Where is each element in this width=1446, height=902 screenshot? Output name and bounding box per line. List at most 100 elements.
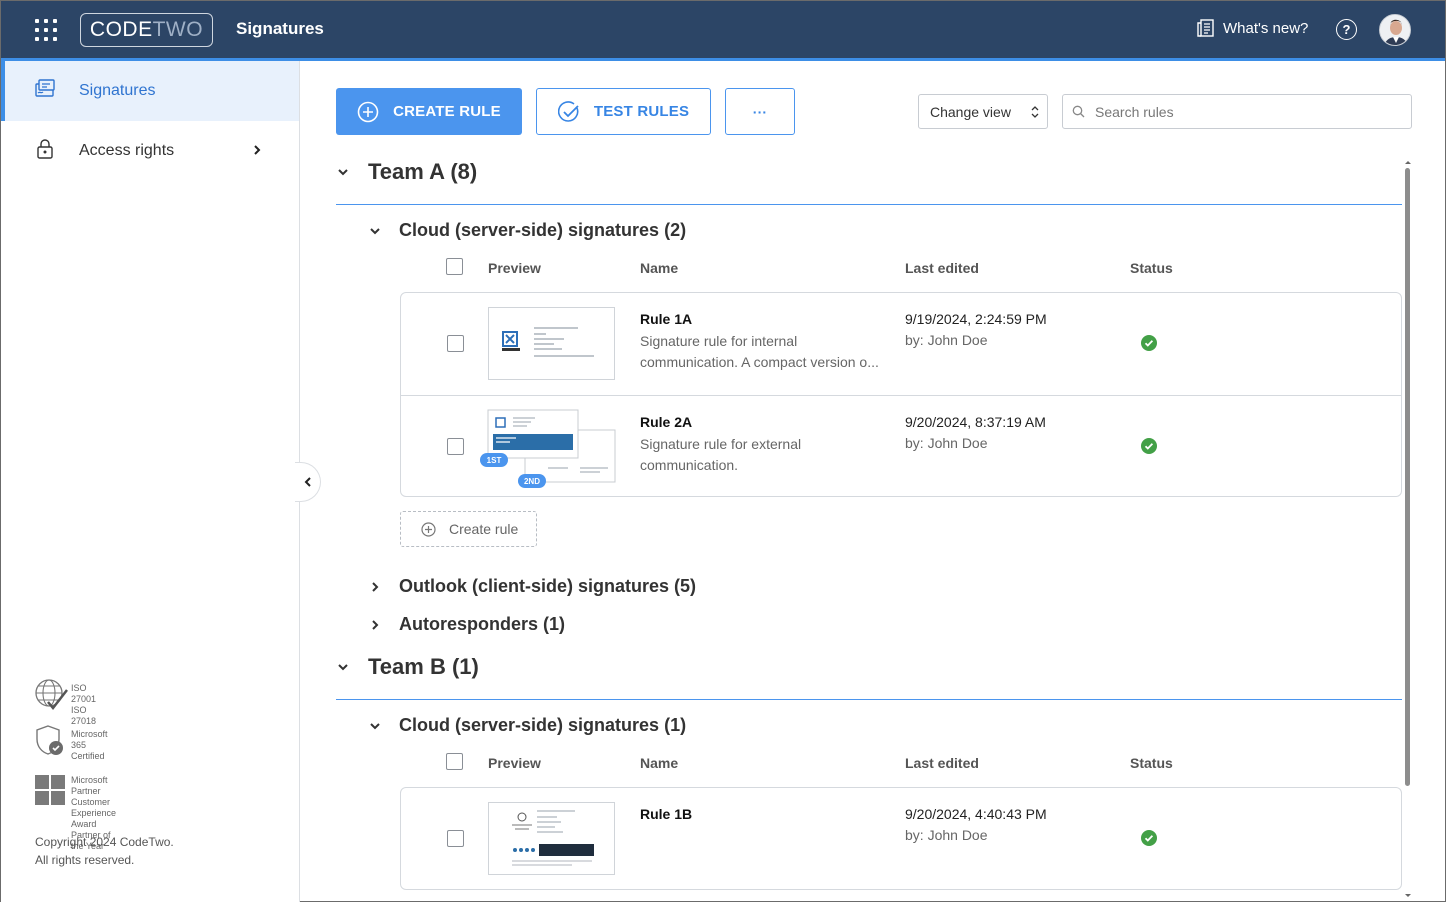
chevron-left-icon (304, 477, 311, 487)
team-divider (336, 204, 1402, 205)
sidebar-item-signatures[interactable]: Signatures (1, 61, 299, 121)
copyright-line: Copyright 2024 CodeTwo. (35, 835, 174, 849)
create-rule-inline-label: Create rule (449, 521, 519, 537)
section-header[interactable]: Autoresponders (1) (368, 614, 565, 635)
chevron-down-icon (370, 722, 380, 729)
test-rules-label: TEST RULES (593, 103, 690, 120)
column-header-status: Status (1130, 260, 1173, 276)
status-active-icon (1141, 438, 1157, 454)
rule-editor: by: John Doe (905, 332, 988, 348)
column-header-preview: Preview (488, 260, 541, 276)
top-bar: CODE TWO Signatures What's new? ? (1, 1, 1445, 61)
row-checkbox[interactable] (447, 830, 464, 847)
rule-last-edited: 9/20/2024, 8:37:19 AM (905, 414, 1046, 430)
create-rule-label: CREATE RULE (393, 103, 501, 120)
column-header-name: Name (640, 260, 679, 276)
team-header[interactable]: Team B (1) (336, 654, 479, 680)
badge-first: 1ST (480, 453, 508, 467)
section-title: Cloud (server-side) signatures (1) (399, 715, 687, 735)
row-checkbox[interactable] (447, 438, 464, 455)
signature-preview-image (487, 409, 616, 483)
rule-description: Signature rule for internal communicatio… (640, 333, 879, 370)
team-divider (336, 699, 1402, 700)
rule-name[interactable]: Rule 2A (640, 414, 692, 430)
section-header[interactable]: Cloud (server-side) signatures (1) (368, 715, 686, 736)
column-header-name: Name (640, 755, 679, 771)
sidebar-item-label: Access rights (79, 142, 175, 159)
signature-preview[interactable] (488, 802, 615, 875)
chevron-down-icon (370, 227, 380, 234)
iso-badge-text: ISO 27001 ISO 27018 (71, 683, 97, 726)
logo-code: CODE (89, 18, 153, 41)
section-title: Cloud (server-side) signatures (2) (399, 220, 687, 240)
status-active-icon (1141, 335, 1157, 351)
column-header-preview: Preview (488, 755, 541, 771)
column-header-status: Status (1130, 755, 1173, 771)
scroll-up-arrow-icon[interactable] (1404, 159, 1412, 165)
rule-editor: by: John Doe (905, 827, 988, 843)
team-title: Team B (1) (368, 654, 479, 679)
check-circle-icon (557, 100, 579, 122)
signature-preview-image (502, 327, 594, 357)
rule-name[interactable]: Rule 1A (640, 311, 692, 327)
copyright: Copyright 2024 CodeTwo. All rights reser… (35, 833, 174, 869)
signature-preview[interactable]: 1ST 2ND (480, 409, 616, 488)
section-title: Autoresponders (1) (399, 614, 566, 634)
rule-last-edited: 9/19/2024, 2:24:59 PM (905, 311, 1047, 327)
status-active-icon (1141, 830, 1157, 846)
test-rules-button[interactable]: TEST RULES (536, 88, 711, 135)
rules-card: Rule 1B 9/20/2024, 4:40:43 PM by: John D… (400, 787, 1402, 890)
column-header-last-edited: Last edited (905, 755, 979, 771)
team-title: Team A (8) (368, 159, 478, 184)
chevron-down-icon (338, 169, 348, 176)
sidebar: Signatures Access rights ISO 27001 ISO 2… (1, 61, 300, 902)
chevron-right-icon (254, 145, 261, 155)
rules-card: Rule 1A Signature rule for internal comm… (400, 292, 1402, 497)
rule-description: Signature rule for external communicatio… (640, 436, 802, 473)
table-row[interactable]: Rule 1B 9/20/2024, 4:40:43 PM by: John D… (401, 788, 1401, 890)
scroll-down-arrow-icon[interactable] (1404, 893, 1412, 899)
iso-globe-icon (35, 679, 68, 710)
microsoft-365-badge-text: Microsoft 365 Certified (71, 729, 108, 761)
lock-icon (37, 139, 53, 159)
select-all-checkbox[interactable] (446, 258, 463, 275)
whats-new-link[interactable]: What's new? (1197, 19, 1308, 37)
change-view-select[interactable]: Change view (918, 94, 1048, 129)
section-title: Outlook (client-side) signatures (5) (399, 576, 697, 596)
codetwo-logo[interactable]: CODE TWO (80, 13, 213, 47)
team-header[interactable]: Team A (8) (336, 159, 477, 185)
change-view-label: Change view (930, 103, 1011, 120)
sidebar-item-label: Signatures (79, 82, 156, 99)
signature-preview-image (512, 810, 594, 866)
whats-new-label: What's new? (1223, 19, 1309, 37)
signature-preview[interactable] (488, 307, 615, 380)
search-input[interactable] (1062, 94, 1412, 129)
chevron-down-icon (338, 664, 348, 671)
rule-editor: by: John Doe (905, 435, 988, 451)
app-launcher-icon[interactable] (35, 19, 57, 41)
section-header[interactable]: Outlook (client-side) signatures (5) (368, 576, 696, 597)
table-row[interactable]: 1ST 2ND Rule 2A Signature rule for exter… (401, 395, 1401, 497)
more-options-button[interactable]: ··· (725, 88, 795, 135)
content-scrollbar[interactable] (1404, 156, 1412, 901)
sort-arrows-icon (1031, 106, 1039, 118)
scrollbar-thumb[interactable] (1405, 168, 1410, 786)
create-rule-inline-button[interactable]: Create rule (400, 511, 537, 547)
plus-circle-icon (421, 522, 436, 537)
sidebar-item-access-rights[interactable]: Access rights (1, 121, 299, 181)
section-header[interactable]: Cloud (server-side) signatures (2) (368, 220, 686, 241)
logo-two: TWO (152, 18, 204, 41)
avatar[interactable] (1379, 14, 1411, 46)
create-rule-button[interactable]: CREATE RULE (336, 88, 522, 135)
rule-name[interactable]: Rule 1B (640, 806, 692, 822)
row-checkbox[interactable] (447, 335, 464, 352)
table-row[interactable]: Rule 1A Signature rule for internal comm… (401, 293, 1401, 395)
column-header-last-edited: Last edited (905, 260, 979, 276)
help-icon[interactable]: ? (1336, 19, 1357, 40)
select-all-checkbox[interactable] (446, 753, 463, 770)
rule-last-edited: 9/20/2024, 4:40:43 PM (905, 806, 1047, 822)
collapse-sidebar-button[interactable] (295, 462, 321, 502)
badge-second: 2ND (518, 474, 546, 488)
shield-check-icon (36, 725, 63, 755)
chevron-right-icon (372, 581, 379, 592)
